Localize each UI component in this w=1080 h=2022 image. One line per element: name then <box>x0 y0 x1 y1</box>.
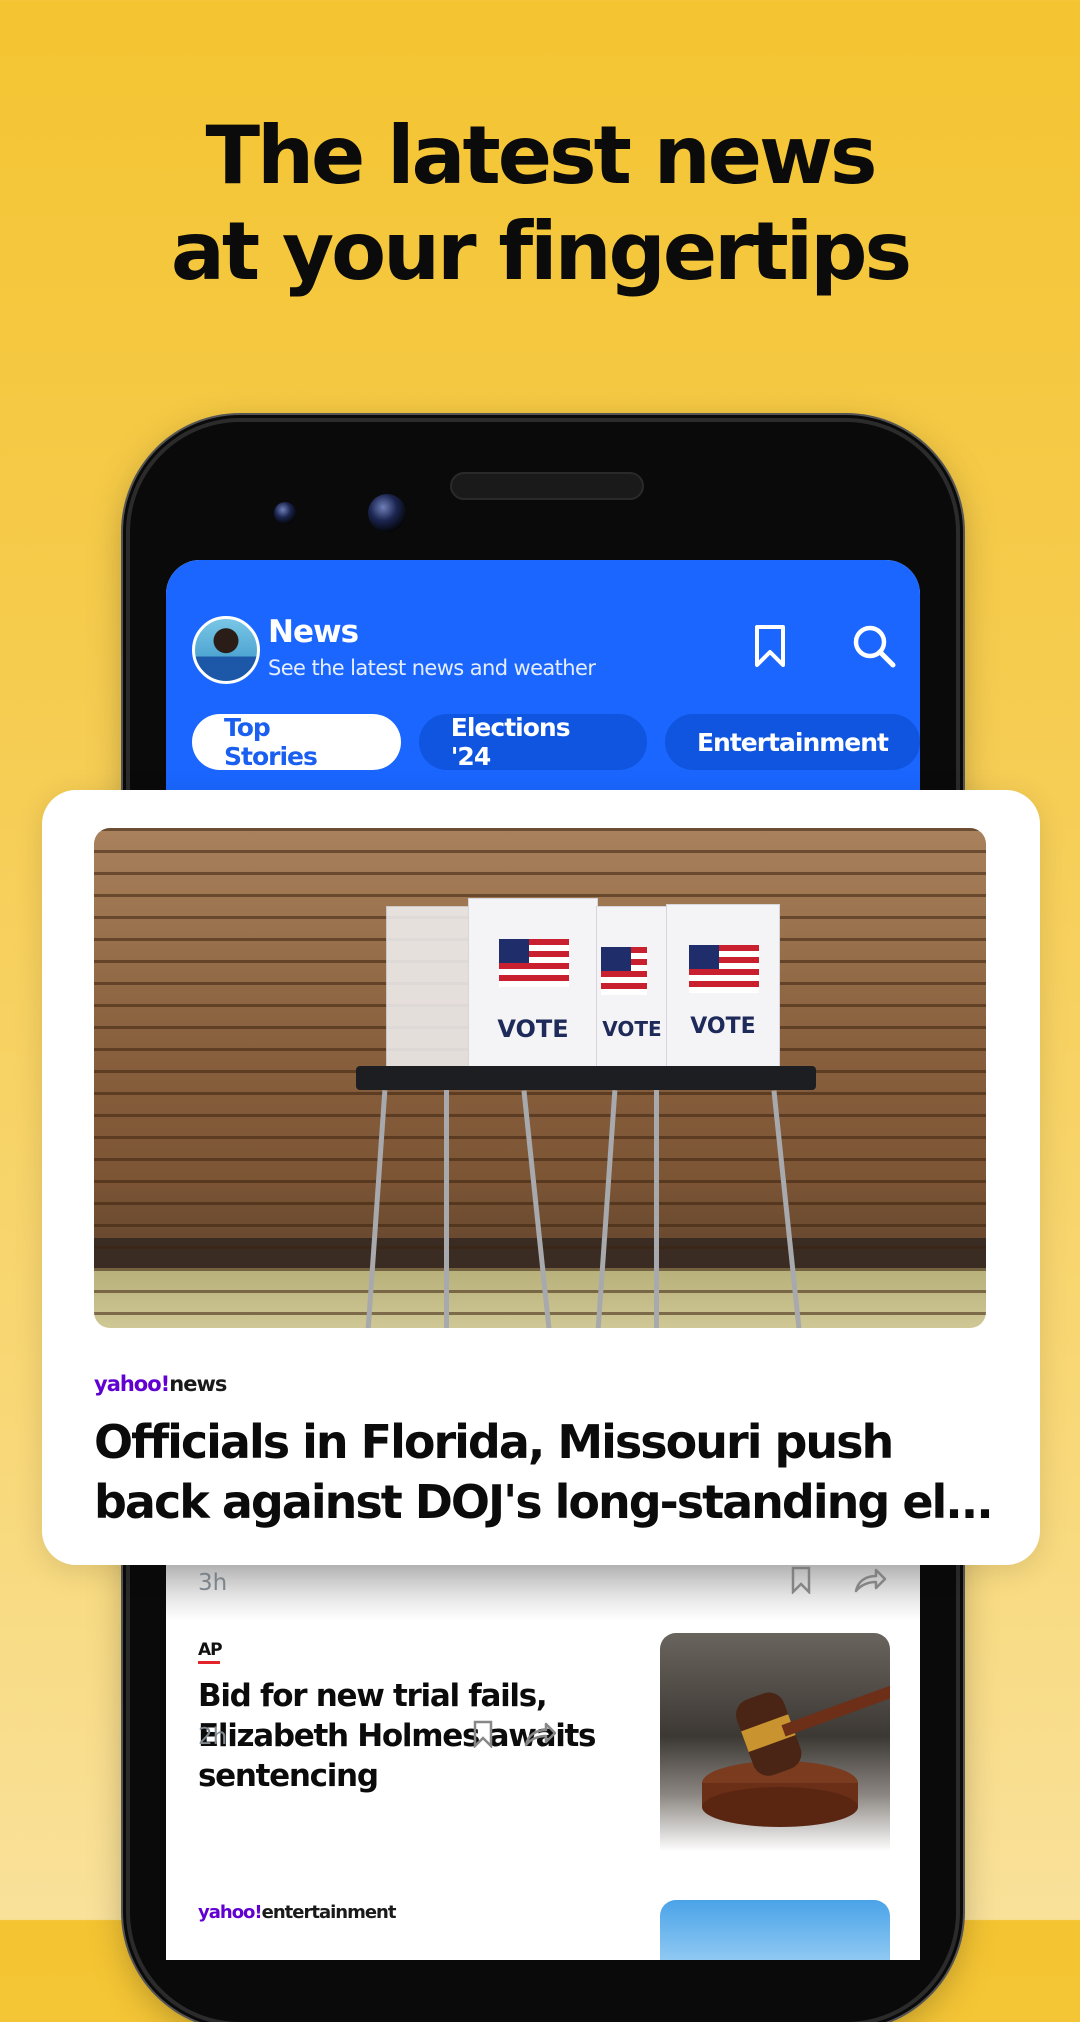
story-image-gavel[interactable] <box>660 1633 890 1863</box>
share-icon <box>524 1722 557 1747</box>
booth-leg <box>654 1090 659 1328</box>
hero-title-line-1: Officials in Florida, Missouri push <box>94 1415 894 1469</box>
hero-title-line-2: back against DOJ's long-standing el... <box>94 1475 994 1529</box>
booth-leg <box>444 1090 449 1328</box>
flag-icon <box>601 947 647 995</box>
booth-table <box>356 1066 816 1090</box>
search-icon <box>853 625 896 668</box>
bookmark-icon <box>791 1566 811 1596</box>
flag-icon <box>499 939 569 987</box>
phone-speaker <box>450 472 644 500</box>
voting-booth-panel: VOTE <box>468 898 598 1090</box>
tab-top-stories[interactable]: Top Stories <box>192 713 401 771</box>
tab-elections-24[interactable]: Elections '24 <box>418 713 647 771</box>
hero-story-title[interactable]: Officials in Florida, Missouri push back… <box>94 1412 1014 1532</box>
section-text: news <box>169 1372 227 1396</box>
bookmark-icon <box>755 625 785 667</box>
voting-booth-panel: VOTE <box>666 904 780 1086</box>
booth-leg <box>771 1090 802 1328</box>
hero-story-time: 3h <box>198 1569 228 1596</box>
voting-booth-panel <box>386 906 472 1078</box>
booth-label: VOTE <box>690 1014 756 1039</box>
story-meta: 2h <box>198 1720 558 1753</box>
app-header: News See the latest news and weather Top… <box>166 560 920 790</box>
hero-story-card[interactable]: VOTE VOTE VOTE yahoo!news Officials in F… <box>42 790 1040 1565</box>
booth-leg <box>365 1090 388 1328</box>
avatar[interactable] <box>192 616 260 684</box>
flag-icon <box>689 945 759 993</box>
hero-image-voting-booths[interactable]: VOTE VOTE VOTE <box>94 828 986 1328</box>
headline-line-1: The latest news <box>205 109 878 202</box>
tab-entertainment[interactable]: Entertainment <box>664 714 920 770</box>
gavel-icon <box>702 1684 890 1827</box>
front-sensor <box>274 502 296 524</box>
promo-headline: The latest news at your fingertips <box>0 108 1080 300</box>
booth-leg <box>595 1090 618 1328</box>
yahoo-news-logo: yahoo!news <box>94 1372 227 1396</box>
story-image-landscape[interactable] <box>660 1900 890 1960</box>
app-subtitle: See the latest news and weather <box>268 656 596 680</box>
story-bookmark-button[interactable] <box>472 1720 494 1753</box>
app-title: News <box>268 614 359 650</box>
hero-story-meta: 3h <box>198 1566 888 1599</box>
brand-text: yahoo! <box>94 1372 170 1396</box>
category-tabs: Top Stories Elections '24 Entertainment <box>192 713 920 771</box>
hero-bookmark-button[interactable] <box>790 1566 812 1599</box>
bookmarks-button[interactable] <box>744 620 796 672</box>
bookmark-icon <box>473 1720 493 1750</box>
ap-logo-underline <box>198 1661 220 1664</box>
share-icon <box>854 1568 887 1593</box>
booth-leg <box>521 1090 552 1328</box>
voting-booth-panel: VOTE <box>596 906 668 1088</box>
booth-label: VOTE <box>497 1015 569 1043</box>
search-button[interactable] <box>848 620 900 672</box>
story-time: 2h <box>198 1723 228 1750</box>
front-camera <box>368 494 406 532</box>
headline-line-2: at your fingertips <box>170 205 912 298</box>
ap-logo: AP <box>198 1640 223 1660</box>
story-share-button[interactable] <box>522 1720 558 1753</box>
booth-label: VOTE <box>602 1017 662 1041</box>
hero-share-button[interactable] <box>852 1566 888 1599</box>
